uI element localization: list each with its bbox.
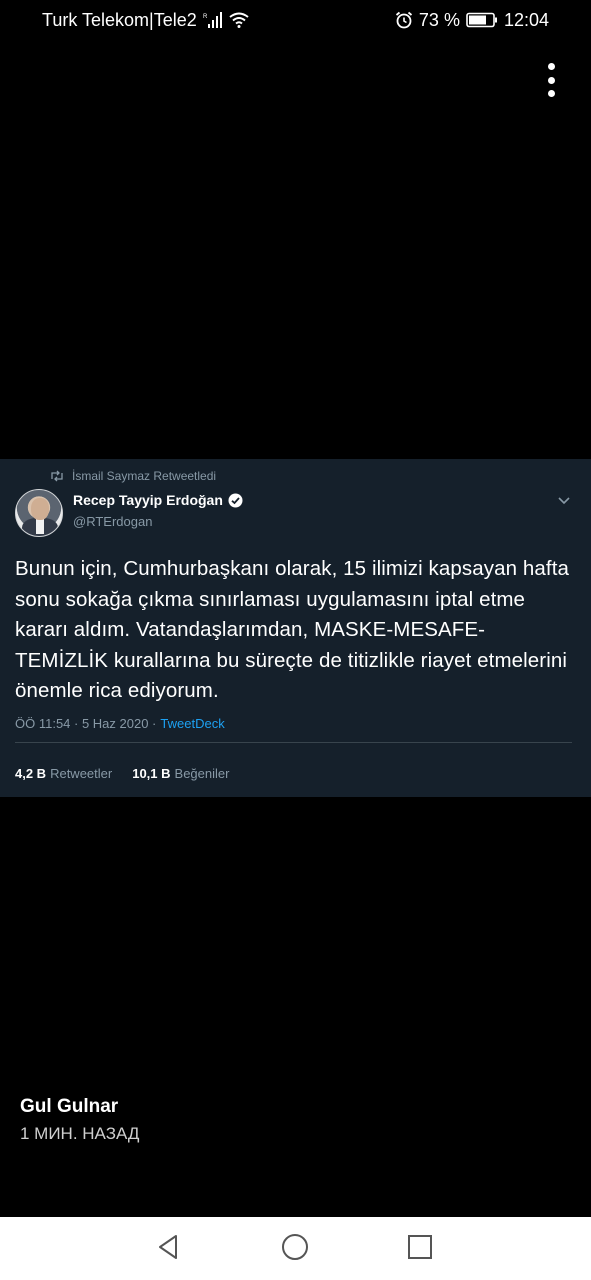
more-options-button[interactable] — [539, 60, 563, 100]
retweets-count: 4,2 B — [15, 766, 47, 781]
verified-badge-icon — [228, 493, 243, 508]
back-button[interactable] — [153, 1233, 185, 1265]
carrier-name: Turk Telekom|Tele2 — [42, 9, 197, 30]
battery-percent: 73 % — [418, 9, 460, 30]
recent-apps-icon — [406, 1233, 434, 1266]
retweets-label: Retweetler — [50, 766, 113, 781]
tweet-screenshot: İsmail Saymaz Retweetledi Recep Tayyip E… — [0, 459, 591, 797]
tweet-source-link[interactable]: TweetDeck — [160, 716, 224, 731]
status-left: Turk Telekom|Tele2 R — [42, 10, 249, 31]
home-icon — [280, 1232, 310, 1267]
author-handle[interactable]: @RTErdogan — [73, 514, 152, 529]
home-button[interactable] — [279, 1233, 311, 1265]
avatar-shirt — [36, 518, 44, 534]
clock: 12:04 — [503, 9, 549, 30]
likes-count: 10,1 B — [132, 766, 171, 781]
post-author-name[interactable]: Gul Gulnar — [20, 1096, 118, 1118]
avatar-face — [31, 498, 49, 520]
status-bar: Turk Telekom|Tele2 R 73 % 12:04 — [0, 0, 591, 40]
navigation-bar — [0, 1217, 591, 1280]
wifi-icon — [229, 12, 249, 28]
battery-icon — [466, 12, 498, 28]
more-dot-icon — [547, 63, 555, 70]
author-name-text: Recep Tayyip Erdoğan — [73, 492, 223, 508]
retweet-header: İsmail Saymaz Retweetledi — [50, 469, 216, 483]
retweets-stat[interactable]: 4,2 B Retweetler — [15, 766, 112, 781]
signal-icon: R — [203, 12, 223, 28]
alarm-icon — [395, 11, 413, 29]
story-viewer: Turk Telekom|Tele2 R 73 % 12:04 İsmail S… — [0, 0, 591, 1280]
likes-stat[interactable]: 10,1 B Beğeniler — [132, 766, 229, 781]
tweet-text: Bunun için, Cumhurbaşkanı olarak, 15 ili… — [15, 557, 569, 702]
back-icon — [155, 1233, 183, 1266]
more-dot-icon — [547, 76, 555, 84]
divider — [15, 742, 572, 743]
retweet-icon — [50, 470, 64, 482]
author-name[interactable]: Recep Tayyip Erdoğan — [73, 492, 243, 508]
chevron-down-icon[interactable] — [557, 493, 571, 505]
status-right: 73 % 12:04 — [395, 10, 549, 31]
post-timestamp: 1 МИН. НАЗАД — [20, 1124, 140, 1143]
tweet-meta: ÖÖ 11:54 · 5 Haz 2020 · TweetDeck — [15, 716, 225, 731]
tweet-timestamp: ÖÖ 11:54 · 5 Haz 2020 · — [15, 716, 157, 731]
retweeted-by: İsmail Saymaz Retweetledi — [72, 469, 217, 483]
recent-apps-button[interactable] — [404, 1233, 436, 1265]
author-avatar[interactable] — [15, 489, 63, 537]
svg-text:R: R — [203, 14, 208, 20]
tweet-stats: 4,2 B Retweetler 10,1 B Beğeniler — [15, 766, 229, 781]
more-dot-icon — [547, 90, 555, 97]
likes-label: Beğeniler — [174, 766, 230, 781]
